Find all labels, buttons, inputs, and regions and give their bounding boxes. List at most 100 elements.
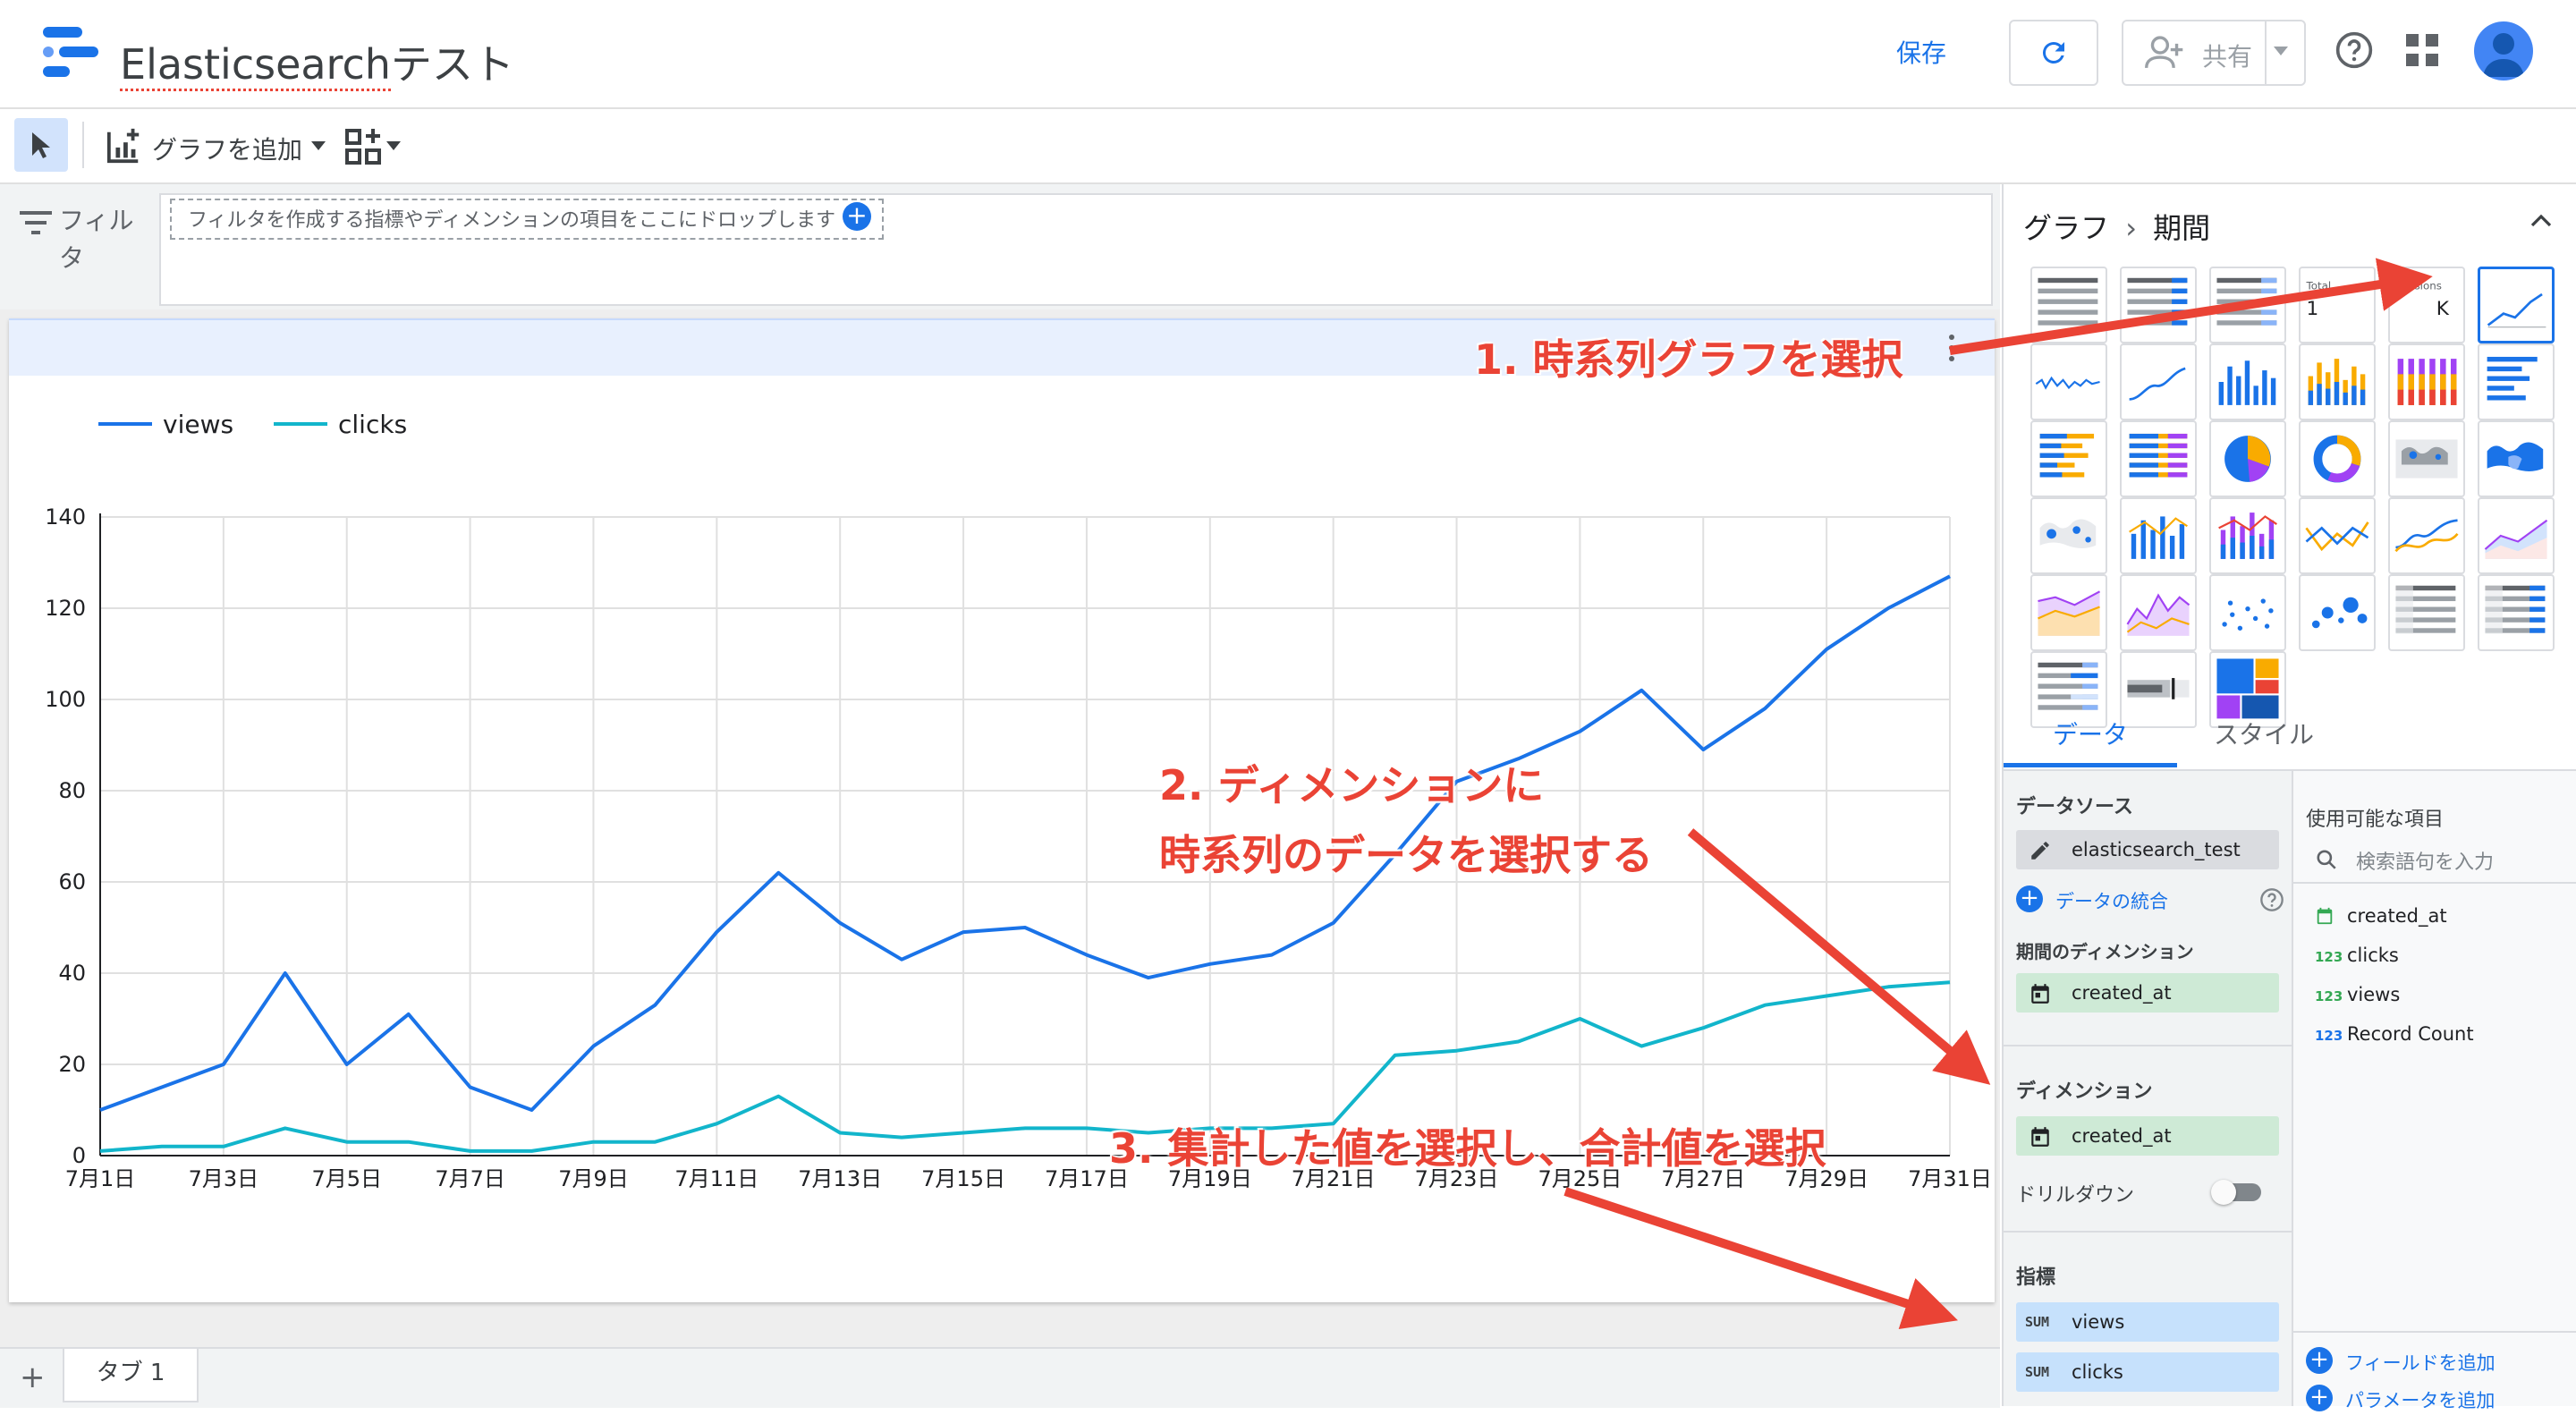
chevron-up-icon[interactable] (2528, 208, 2555, 234)
chart-type-smoothed-line-chart[interactable] (2388, 497, 2465, 574)
chart-type-smoothed-line[interactable] (2120, 343, 2197, 420)
chart-type-filled-map-icon (2487, 442, 2544, 472)
chart-type-stacked-bar[interactable] (2030, 420, 2107, 497)
filter-bar: フィルタ フィルタを作成する指標やディメンションの項目をここにドロップします + (0, 184, 2000, 309)
svg-text:Total: Total (2305, 280, 2331, 292)
field-item[interactable]: created_at (2315, 905, 2447, 927)
add-filter-icon[interactable]: + (843, 202, 871, 231)
chart-type-table-heat[interactable] (2209, 267, 2286, 343)
chart-type-bubble[interactable] (2299, 574, 2376, 651)
chart-type-stacked-column-icon (2308, 359, 2366, 405)
add-circle-icon: + (2306, 1347, 2333, 1374)
chart-type-table[interactable] (2030, 267, 2107, 343)
dimension-chip[interactable]: created_at (2016, 1116, 2279, 1156)
field-item[interactable]: 123 Record Count (2315, 1023, 2474, 1045)
chart-type-stacked-combo[interactable] (2209, 497, 2286, 574)
chart-type-stacked-column[interactable] (2299, 343, 2376, 420)
chevron-down-icon (311, 141, 326, 150)
x-tick-label: 7月3日 (189, 1166, 259, 1191)
field-item[interactable]: 123 views (2315, 984, 2400, 1005)
drilldown-toggle[interactable] (2211, 1180, 2261, 1205)
chart-type-geo-map[interactable] (2388, 420, 2465, 497)
y-tick-label: 40 (58, 961, 86, 986)
aggregation-badge[interactable]: SUM (2025, 1363, 2049, 1381)
field-search[interactable]: 検索語句を入力 (2293, 835, 2576, 884)
chart-type-column-icon (2218, 360, 2276, 405)
more-vert-icon[interactable] (1946, 333, 1957, 363)
toggle-thumb (2211, 1180, 2236, 1205)
blend-data-link[interactable]: + データの統合 (2016, 882, 2284, 918)
chart-type-table-bars[interactable] (2120, 267, 2197, 343)
metric-chip-views[interactable]: SUM views (2016, 1302, 2279, 1342)
share-dropdown-icon[interactable] (2274, 47, 2288, 55)
chart-type-donut[interactable] (2299, 420, 2376, 497)
chart-type-line-chart[interactable] (2299, 497, 2376, 574)
apps-grid-icon[interactable] (2406, 34, 2438, 66)
chart-type-bar[interactable] (2478, 343, 2555, 420)
add-control-button[interactable] (343, 125, 406, 170)
x-tick-label: 7月11日 (674, 1166, 758, 1191)
chart-type-donut-icon (2313, 435, 2361, 483)
save-button[interactable]: 保存 (1896, 34, 1946, 70)
add-chart-label: グラフを追加 (152, 135, 303, 165)
add-page-button[interactable]: + (20, 1360, 46, 1395)
page-tab-1[interactable]: タブ 1 (63, 1349, 199, 1402)
user-avatar[interactable] (2474, 21, 2533, 80)
y-tick-label: 20 (58, 1052, 86, 1077)
chart-type-time-series[interactable] (2478, 267, 2555, 343)
add-field-button[interactable]: + フィールドを追加 (2306, 1347, 2574, 1377)
share-divider (2265, 21, 2267, 84)
select-tool-button[interactable] (14, 118, 68, 172)
chart-type-pie[interactable] (2209, 420, 2286, 497)
chart-type-area[interactable] (2478, 497, 2555, 574)
chart-type-column[interactable] (2209, 343, 2286, 420)
x-tick-label: 7月15日 (921, 1166, 1005, 1191)
help-icon[interactable] (2334, 30, 2374, 70)
add-parameter-button[interactable]: + パラメータを追加 (2306, 1385, 2574, 1415)
breadcrumb-separator: › (2125, 211, 2137, 245)
period-dimension-chip[interactable]: created_at (2016, 973, 2279, 1013)
legend-label-views: views (163, 410, 233, 439)
chart-type-bar-icon (2487, 356, 2538, 401)
chart-type-table-heat-icon (2216, 277, 2277, 326)
filter-drop-zone[interactable]: フィルタを作成する指標やディメンションの項目をここにドロップします (170, 199, 884, 240)
number-type-icon: 123 (2315, 1028, 2343, 1044)
chart-type-combo[interactable] (2120, 497, 2197, 574)
tab-style[interactable]: スタイル (2177, 703, 2351, 767)
field-item[interactable]: 123 clicks (2315, 945, 2399, 966)
chart-type-pivot-bars[interactable] (2478, 574, 2555, 651)
annotation-step2-line2: 時系列のデータを選択する (1159, 831, 1653, 879)
chart-type-stacked-area[interactable] (2030, 574, 2107, 651)
chart-type-scorecard-compact[interactable]: Sessions K (2388, 267, 2465, 343)
x-tick-label: 7月1日 (65, 1166, 136, 1191)
chart-type-smoothed-line-chart-icon (2394, 519, 2459, 553)
chart-type-100-stacked-column[interactable] (2388, 343, 2465, 420)
available-fields-label: 使用可能な項目 (2306, 809, 2445, 831)
filter-drop-area[interactable]: フィルタを作成する指標やディメンションの項目をここにドロップします + (159, 193, 1993, 306)
help-icon[interactable] (2259, 887, 2284, 912)
refresh-button[interactable] (2009, 20, 2098, 86)
chart-type-100-stacked-area[interactable] (2120, 574, 2197, 651)
chart-type-scatter[interactable] (2209, 574, 2286, 651)
number-type-icon: 123 (2315, 988, 2343, 1004)
looker-studio-logo[interactable] (43, 27, 98, 77)
calendar-icon (2031, 1127, 2049, 1147)
tab-data[interactable]: データ (2004, 703, 2177, 767)
aggregation-badge[interactable]: SUM (2025, 1313, 2049, 1331)
add-circle-icon: + (2306, 1385, 2333, 1411)
chart-type-pivot-table[interactable] (2388, 574, 2465, 651)
metric-chip-clicks[interactable]: SUM clicks (2016, 1352, 2279, 1392)
person-icon (2483, 33, 2524, 77)
report-title[interactable]: Elasticsearchテスト (120, 32, 514, 91)
svg-text:K: K (2436, 298, 2450, 320)
chart-type-stacked-combo-icon (2218, 513, 2277, 559)
share-button[interactable]: 共有 (2122, 20, 2306, 86)
chart-type-sparkline[interactable] (2030, 343, 2107, 420)
chart-type-filled-map[interactable] (2478, 420, 2555, 497)
data-source-chip[interactable]: elasticsearch_test (2016, 830, 2279, 869)
chart-type-bubble-map[interactable] (2030, 497, 2107, 574)
chart-type-scorecard-total[interactable]: Total 1 (2299, 267, 2376, 343)
chart-type-smoothed-line-icon (2129, 367, 2186, 401)
y-tick-label: 100 (45, 687, 86, 712)
chart-type-100-stacked-bar[interactable] (2120, 420, 2197, 497)
